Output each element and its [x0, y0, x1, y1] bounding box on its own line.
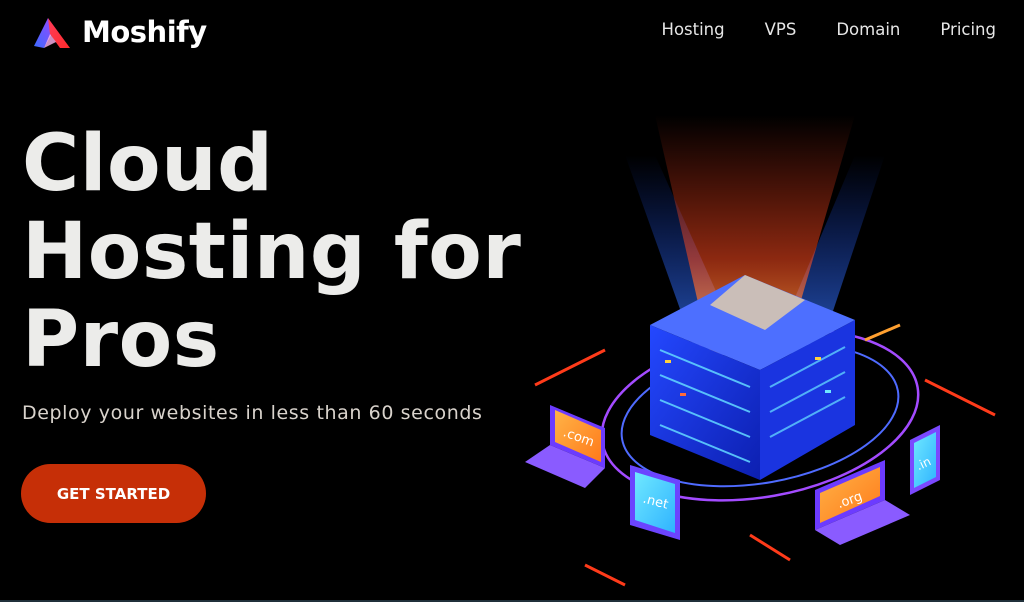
hero-title: Cloud Hosting for Pros — [22, 120, 542, 384]
nav-hosting[interactable]: Hosting — [662, 20, 725, 39]
hero-subtitle: Deploy your websites in less than 60 sec… — [22, 402, 483, 424]
tablet-net: .net — [630, 465, 680, 540]
nav-vps[interactable]: VPS — [765, 20, 797, 39]
get-started-button[interactable]: GET STARTED — [21, 464, 206, 523]
phone-in: .in — [910, 425, 940, 495]
laptop-org: .org — [815, 460, 910, 545]
server-illustration: .com .net .org .in — [525, 115, 996, 587]
hero-title-line-1: Cloud — [22, 119, 274, 209]
logo-icon — [34, 18, 70, 48]
laptop-com: .com — [525, 405, 605, 488]
hero-title-line-3: Pros — [22, 295, 220, 385]
nav-domain[interactable]: Domain — [836, 20, 900, 39]
nav-pricing[interactable]: Pricing — [940, 20, 996, 39]
hero-title-line-2: Hosting for — [22, 207, 522, 297]
brand-name: Moshify — [82, 15, 207, 49]
brand-logo[interactable]: Moshify — [30, 12, 207, 52]
main-nav: Hosting VPS Domain Pricing — [662, 20, 996, 39]
site-header: Moshify Hosting VPS Domain Pricing — [0, 0, 1024, 64]
